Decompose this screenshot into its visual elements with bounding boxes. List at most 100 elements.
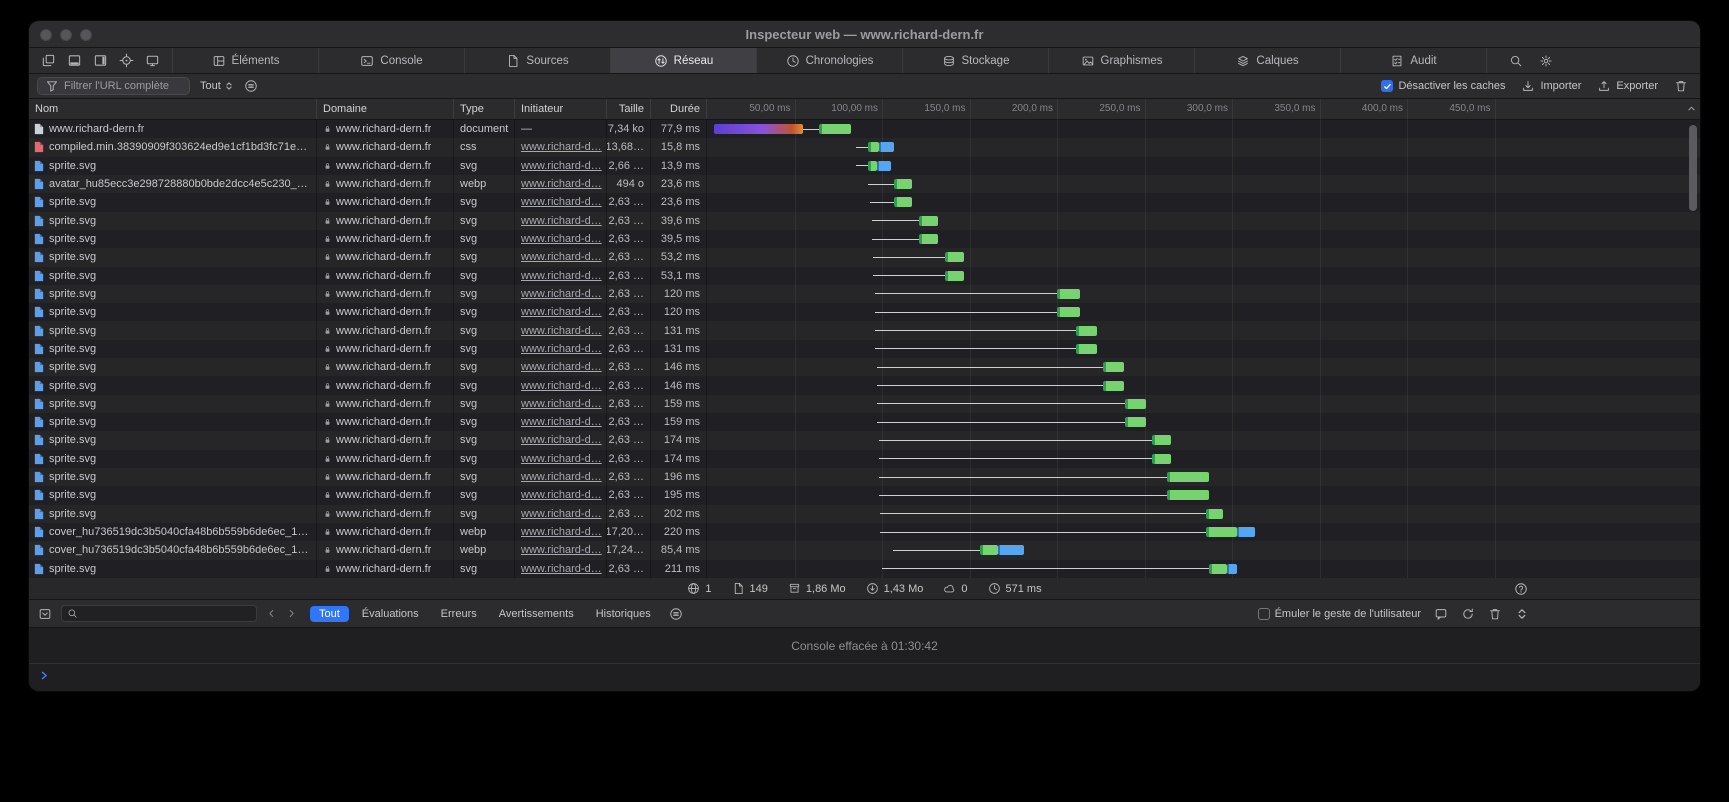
- console-scope-tout[interactable]: Tout: [310, 606, 349, 622]
- initiator-link[interactable]: www.richard-d…: [521, 178, 602, 190]
- minimize-button[interactable]: [60, 29, 72, 41]
- initiator-link[interactable]: www.richard-d…: [521, 563, 602, 575]
- console-drawer-icon[interactable]: [1434, 607, 1448, 621]
- table-row[interactable]: cover_hu736519dc3b5040cfa48b6b559b6de6ec…: [29, 541, 1700, 559]
- table-row[interactable]: sprite.svgwww.richard-dern.frsvgwww.rich…: [29, 376, 1700, 394]
- device-settings-icon[interactable]: [145, 53, 160, 68]
- table-row[interactable]: sprite.svgwww.richard-dern.frsvgwww.rich…: [29, 431, 1700, 449]
- vertical-scrollbar[interactable]: [1689, 125, 1697, 211]
- initiator-link[interactable]: www.richard-d…: [521, 343, 602, 355]
- tab-chronologies[interactable]: Chronologies: [757, 48, 903, 73]
- table-row[interactable]: compiled.min.38390909f303624ed9e1cf1bd3f…: [29, 138, 1700, 156]
- table-row[interactable]: sprite.svgwww.richard-dern.frsvgwww.rich…: [29, 560, 1700, 578]
- initiator-link[interactable]: www.richard-d…: [521, 288, 602, 300]
- attach-side-icon[interactable]: [93, 53, 108, 68]
- reload-icon[interactable]: [1461, 607, 1475, 621]
- tab-audit[interactable]: Audit: [1341, 48, 1487, 73]
- tab-sources[interactable]: Sources: [465, 48, 611, 73]
- column-header-name[interactable]: Nom: [29, 99, 317, 119]
- resource-type-select[interactable]: Tout: [200, 80, 234, 92]
- table-row[interactable]: sprite.svgwww.richard-dern.frsvgwww.rich…: [29, 212, 1700, 230]
- console-scope-erreurs[interactable]: Erreurs: [432, 606, 486, 622]
- gear-icon[interactable]: [1539, 54, 1553, 68]
- emulate-user-gesture-option[interactable]: Émuler le geste de l'utilisateur: [1258, 608, 1421, 620]
- initiator-link[interactable]: www.richard-d…: [521, 434, 602, 446]
- column-header-size[interactable]: Taille: [607, 99, 651, 119]
- tab-elements[interactable]: Éléments: [173, 48, 319, 73]
- url-filter-input[interactable]: [64, 80, 182, 92]
- initiator-link[interactable]: www.richard-d…: [521, 196, 602, 208]
- console-filter-icon[interactable]: [38, 607, 52, 621]
- scroll-up-icon[interactable]: [1686, 103, 1697, 114]
- clear-console-icon[interactable]: [1488, 607, 1502, 621]
- initiator-link[interactable]: www.richard-d…: [521, 398, 602, 410]
- table-row[interactable]: sprite.svgwww.richard-dern.frsvgwww.rich…: [29, 267, 1700, 285]
- initiator-link[interactable]: www.richard-d…: [521, 325, 602, 337]
- export-button[interactable]: Exporter: [1597, 79, 1658, 93]
- history-forward-icon[interactable]: [286, 608, 297, 619]
- initiator-link[interactable]: www.richard-d…: [521, 544, 602, 556]
- tab-stockage[interactable]: Stockage: [903, 48, 1049, 73]
- disable-caches-option[interactable]: Désactiver les caches: [1381, 80, 1505, 92]
- console-scope-historiques[interactable]: Historiques: [587, 606, 660, 622]
- import-button[interactable]: Importer: [1521, 79, 1581, 93]
- expand-console-icon[interactable]: [1515, 607, 1529, 621]
- initiator-link[interactable]: www.richard-d…: [521, 215, 602, 227]
- table-row[interactable]: sprite.svgwww.richard-dern.frsvgwww.rich…: [29, 193, 1700, 211]
- attach-bottom-icon[interactable]: [67, 53, 82, 68]
- initiator-link[interactable]: www.richard-d…: [521, 526, 602, 538]
- table-row[interactable]: sprite.svgwww.richard-dern.frsvgwww.rich…: [29, 285, 1700, 303]
- column-header-type[interactable]: Type: [454, 99, 515, 119]
- console-scope-evaluations[interactable]: Évaluations: [353, 606, 428, 622]
- table-row[interactable]: sprite.svgwww.richard-dern.frsvgwww.rich…: [29, 468, 1700, 486]
- tab-calques[interactable]: Calques: [1195, 48, 1341, 73]
- initiator-link[interactable]: www.richard-d…: [521, 380, 602, 392]
- table-row[interactable]: avatar_hu85ecc3e298728880b0bde2dcc4e5c23…: [29, 175, 1700, 193]
- table-row[interactable]: sprite.svgwww.richard-dern.frsvgwww.rich…: [29, 157, 1700, 175]
- initiator-link[interactable]: www.richard-d…: [521, 471, 602, 483]
- initiator-link[interactable]: www.richard-d…: [521, 453, 602, 465]
- console-options-icon[interactable]: [669, 607, 683, 621]
- initiator-link[interactable]: www.richard-d…: [521, 508, 602, 520]
- zoom-button[interactable]: [80, 29, 92, 41]
- table-row[interactable]: sprite.svgwww.richard-dern.frsvgwww.rich…: [29, 395, 1700, 413]
- tab-console[interactable]: Console: [319, 48, 465, 73]
- table-row[interactable]: sprite.svgwww.richard-dern.frsvgwww.rich…: [29, 248, 1700, 266]
- history-back-icon[interactable]: [266, 608, 277, 619]
- url-filter-field[interactable]: [37, 77, 190, 95]
- table-row[interactable]: sprite.svgwww.richard-dern.frsvgwww.rich…: [29, 450, 1700, 468]
- resource-options-icon[interactable]: [244, 79, 258, 93]
- table-row[interactable]: cover_hu736519dc3b5040cfa48b6b559b6de6ec…: [29, 523, 1700, 541]
- initiator-link[interactable]: www.richard-d…: [521, 141, 602, 153]
- table-row[interactable]: sprite.svgwww.richard-dern.frsvgwww.rich…: [29, 486, 1700, 504]
- initiator-link[interactable]: www.richard-d…: [521, 489, 602, 501]
- emulate-user-gesture-checkbox[interactable]: [1258, 608, 1270, 620]
- initiator-link[interactable]: www.richard-d…: [521, 160, 602, 172]
- table-row[interactable]: sprite.svgwww.richard-dern.frsvgwww.rich…: [29, 340, 1700, 358]
- initiator-link[interactable]: www.richard-d…: [521, 270, 602, 282]
- console-scope-avertissements[interactable]: Avertissements: [490, 606, 583, 622]
- initiator-link[interactable]: www.richard-d…: [521, 416, 602, 428]
- column-header-duration[interactable]: Durée: [651, 99, 707, 119]
- help-icon[interactable]: [1514, 582, 1528, 596]
- table-row[interactable]: sprite.svgwww.richard-dern.frsvgwww.rich…: [29, 321, 1700, 339]
- disable-caches-checkbox[interactable]: [1381, 80, 1393, 92]
- table-row[interactable]: sprite.svgwww.richard-dern.frsvgwww.rich…: [29, 230, 1700, 248]
- initiator-link[interactable]: www.richard-d…: [521, 233, 602, 245]
- column-header-initiator[interactable]: Initiateur: [515, 99, 607, 119]
- table-row[interactable]: sprite.svgwww.richard-dern.frsvgwww.rich…: [29, 303, 1700, 321]
- detach-window-icon[interactable]: [41, 53, 56, 68]
- table-row[interactable]: www.richard-dern.frwww.richard-dern.frdo…: [29, 120, 1700, 138]
- table-row[interactable]: sprite.svgwww.richard-dern.frsvgwww.rich…: [29, 413, 1700, 431]
- initiator-link[interactable]: www.richard-d…: [521, 251, 602, 263]
- close-button[interactable]: [40, 29, 52, 41]
- console-prompt[interactable]: [29, 664, 1700, 691]
- initiator-link[interactable]: www.richard-d…: [521, 361, 602, 373]
- search-icon[interactable]: [1509, 54, 1523, 68]
- tab-graphismes[interactable]: Graphismes: [1049, 48, 1195, 73]
- column-header-domain[interactable]: Domaine: [317, 99, 454, 119]
- initiator-link[interactable]: www.richard-d…: [521, 306, 602, 318]
- table-row[interactable]: sprite.svgwww.richard-dern.frsvgwww.rich…: [29, 358, 1700, 376]
- table-row[interactable]: sprite.svgwww.richard-dern.frsvgwww.rich…: [29, 505, 1700, 523]
- clear-network-icon[interactable]: [1674, 79, 1688, 93]
